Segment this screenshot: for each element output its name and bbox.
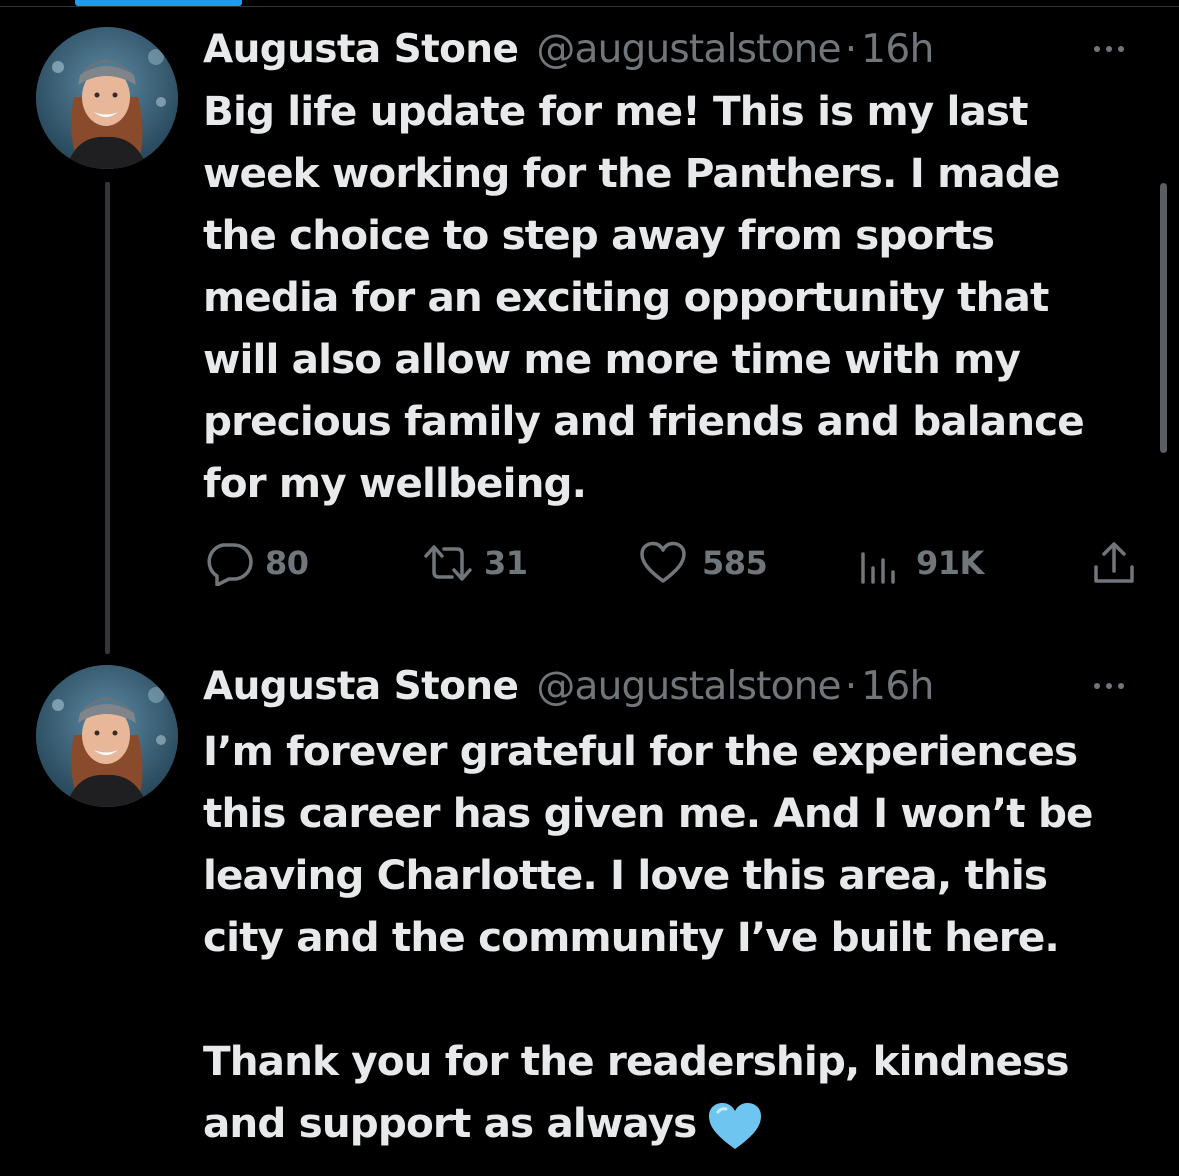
author-handle[interactable]: @augustalstone — [536, 25, 841, 75]
share-button[interactable] — [1090, 538, 1138, 588]
views-button[interactable]: 91K — [856, 538, 984, 588]
tweet-header: Augusta Stone @augustalstone · 16h — [203, 662, 934, 712]
more-horizontal-icon[interactable] — [1094, 676, 1140, 696]
tweet-timestamp[interactable]: 16h — [861, 25, 934, 75]
more-horizontal-icon[interactable] — [1094, 39, 1140, 59]
tweet-text-container: I’m forever grateful for the experiences… — [203, 720, 1163, 1154]
twitter-thread-view: Augusta Stone @augustalstone · 16h Big l… — [0, 0, 1179, 1176]
light-blue-heart-emoji-icon — [709, 1103, 762, 1149]
reply-icon — [207, 543, 253, 586]
top-divider — [0, 6, 1179, 7]
tweet-timestamp[interactable]: 16h — [861, 662, 934, 712]
like-button[interactable]: 585 — [638, 538, 768, 588]
profile-photo-icon — [36, 27, 178, 169]
share-icon — [1094, 542, 1134, 583]
views-count: 91K — [916, 544, 984, 582]
separator-dot: · — [844, 27, 858, 72]
views-icon — [861, 552, 895, 584]
retweet-icon — [424, 545, 472, 581]
author-name[interactable]: Augusta Stone — [203, 25, 519, 75]
avatar[interactable] — [36, 665, 178, 807]
separator-dot: · — [844, 664, 858, 709]
retweet-button[interactable]: 31 — [420, 538, 528, 588]
tweet-action-bar: 80 31 585 91K — [0, 538, 1179, 598]
avatar[interactable] — [36, 27, 178, 169]
tweet-text: Big life update for me! This is my last … — [203, 87, 1085, 507]
heart-icon — [640, 541, 686, 583]
reply-count: 80 — [265, 544, 309, 582]
like-count: 585 — [702, 544, 768, 582]
author-name[interactable]: Augusta Stone — [203, 662, 519, 712]
author-handle[interactable]: @augustalstone — [536, 662, 841, 712]
profile-photo-icon — [36, 665, 178, 807]
tweet-text: I’m forever grateful for the experiences… — [203, 727, 1094, 1147]
retweet-count: 31 — [484, 544, 528, 582]
reply-button[interactable]: 80 — [203, 538, 309, 588]
tweet-header: Augusta Stone @augustalstone · 16h — [203, 25, 934, 75]
